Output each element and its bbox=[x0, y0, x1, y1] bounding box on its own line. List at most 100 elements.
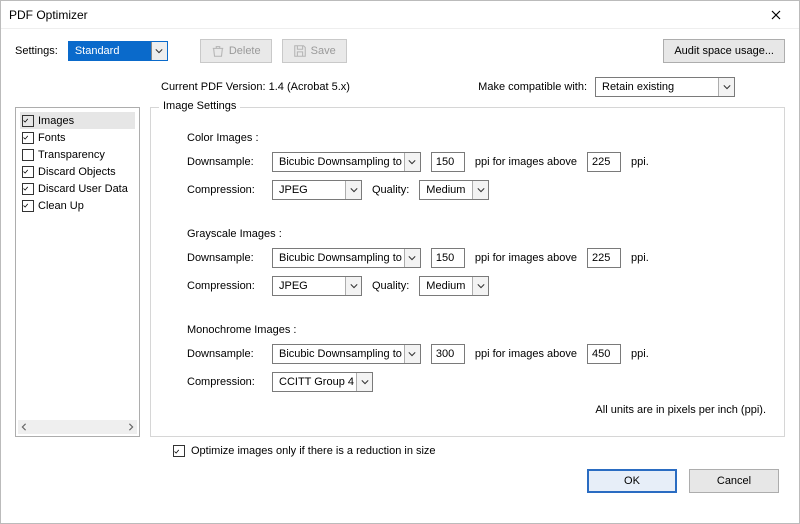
panel-legend: Image Settings bbox=[159, 100, 240, 112]
close-button[interactable] bbox=[761, 1, 791, 29]
compression-label: Compression: bbox=[187, 280, 262, 292]
select-value: Medium bbox=[426, 184, 465, 196]
chevron-down-icon bbox=[345, 277, 361, 295]
sidebar-item-label: Clean Up bbox=[38, 200, 84, 212]
checkbox-icon[interactable] bbox=[22, 149, 34, 161]
sidebar-item-transparency[interactable]: Transparency bbox=[20, 146, 135, 163]
color-compression-select[interactable]: JPEG bbox=[272, 180, 362, 200]
ok-button[interactable]: OK bbox=[587, 469, 677, 493]
current-pdf-version-label: Current PDF Version: 1.4 (Acrobat 5.x) bbox=[161, 81, 350, 93]
chevron-down-icon bbox=[472, 181, 488, 199]
ppi-suffix: ppi. bbox=[631, 156, 649, 168]
mono-compression-select[interactable]: CCITT Group 4 bbox=[272, 372, 373, 392]
ppi-suffix: ppi. bbox=[631, 348, 649, 360]
trash-icon bbox=[211, 44, 225, 58]
checkbox-icon[interactable] bbox=[22, 166, 34, 178]
gray-quality-select[interactable]: Medium bbox=[419, 276, 489, 296]
mono-ppi-input[interactable]: 300 bbox=[431, 344, 465, 364]
checkbox-icon[interactable] bbox=[22, 115, 34, 127]
optimize-only-checkbox[interactable] bbox=[173, 445, 185, 457]
sidebar-item-label: Images bbox=[38, 115, 74, 127]
make-compatible-value: Retain existing bbox=[602, 81, 674, 93]
pdf-optimizer-window: PDF Optimizer Settings: Standard Delete … bbox=[0, 0, 800, 524]
gray-downsample-select[interactable]: Bicubic Downsampling to bbox=[272, 248, 421, 268]
audit-label: Audit space usage... bbox=[674, 45, 774, 57]
sidebar-item-discard-user-data[interactable]: Discard User Data bbox=[20, 180, 135, 197]
mono-downsample-select[interactable]: Bicubic Downsampling to bbox=[272, 344, 421, 364]
settings-select-value: Standard bbox=[75, 45, 120, 57]
checkbox-icon[interactable] bbox=[22, 200, 34, 212]
gray-compression-select[interactable]: JPEG bbox=[272, 276, 362, 296]
select-value: JPEG bbox=[279, 280, 308, 292]
chevron-down-icon bbox=[404, 249, 420, 267]
ppi-suffix: ppi. bbox=[631, 252, 649, 264]
sidebar-item-discard-objects[interactable]: Discard Objects bbox=[20, 163, 135, 180]
settings-select[interactable]: Standard bbox=[68, 41, 168, 61]
sidebar-item-clean-up[interactable]: Clean Up bbox=[20, 197, 135, 214]
sidebar-item-fonts[interactable]: Fonts bbox=[20, 129, 135, 146]
grayscale-images-heading: Grayscale Images : bbox=[187, 228, 770, 240]
chevron-down-icon bbox=[345, 181, 361, 199]
color-downsample-select[interactable]: Bicubic Downsampling to bbox=[272, 152, 421, 172]
chevron-down-icon bbox=[472, 277, 488, 295]
toolbar: Settings: Standard Delete Save Audit spa… bbox=[1, 29, 799, 73]
delete-button-label: Delete bbox=[229, 45, 261, 57]
save-button[interactable]: Save bbox=[282, 39, 347, 63]
select-value: Medium bbox=[426, 280, 465, 292]
color-quality-select[interactable]: Medium bbox=[419, 180, 489, 200]
ppi-above-label: ppi for images above bbox=[475, 156, 577, 168]
sidebar-item-label: Transparency bbox=[38, 149, 105, 161]
chevron-down-icon bbox=[718, 78, 734, 96]
downsample-label: Downsample: bbox=[187, 252, 262, 264]
sidebar-item-label: Discard User Data bbox=[38, 183, 128, 195]
color-images-heading: Color Images : bbox=[187, 132, 770, 144]
select-value: Bicubic Downsampling to bbox=[279, 252, 402, 264]
gray-compression-row: Compression: JPEG Quality: Medium bbox=[187, 276, 770, 296]
checkbox-icon[interactable] bbox=[22, 183, 34, 195]
optimize-only-row: Optimize images only if there is a reduc… bbox=[1, 437, 799, 457]
gray-ppi-input[interactable]: 150 bbox=[431, 248, 465, 268]
quality-label: Quality: bbox=[372, 280, 409, 292]
color-ppi-input[interactable]: 150 bbox=[431, 152, 465, 172]
category-sidebar[interactable]: Images Fonts Transparency Discard Object… bbox=[15, 107, 140, 437]
titlebar: PDF Optimizer bbox=[1, 1, 799, 29]
compression-label: Compression: bbox=[187, 376, 262, 388]
gray-downsample-row: Downsample: Bicubic Downsampling to 150 … bbox=[187, 248, 770, 268]
checkbox-icon[interactable] bbox=[22, 132, 34, 144]
downsample-label: Downsample: bbox=[187, 348, 262, 360]
sidebar-item-label: Discard Objects bbox=[38, 166, 116, 178]
save-icon bbox=[293, 44, 307, 58]
delete-button[interactable]: Delete bbox=[200, 39, 272, 63]
mono-compression-row: Compression: CCITT Group 4 bbox=[187, 372, 770, 392]
chevron-down-icon bbox=[404, 153, 420, 171]
audit-space-usage-button[interactable]: Audit space usage... bbox=[663, 39, 785, 63]
chevron-down-icon bbox=[151, 42, 167, 60]
mono-above-input[interactable]: 450 bbox=[587, 344, 621, 364]
settings-label: Settings: bbox=[15, 45, 58, 57]
color-compression-row: Compression: JPEG Quality: Medium bbox=[187, 180, 770, 200]
sidebar-scrollbar[interactable] bbox=[18, 420, 137, 434]
cancel-button[interactable]: Cancel bbox=[689, 469, 779, 493]
sidebar-item-images[interactable]: Images bbox=[20, 112, 135, 129]
make-compatible-select[interactable]: Retain existing bbox=[595, 77, 735, 97]
mono-downsample-row: Downsample: Bicubic Downsampling to 300 … bbox=[187, 344, 770, 364]
chevron-down-icon bbox=[404, 345, 420, 363]
image-settings-panel: Image Settings Color Images : Downsample… bbox=[150, 107, 785, 437]
units-note: All units are in pixels per inch (ppi). bbox=[165, 404, 770, 416]
downsample-label: Downsample: bbox=[187, 156, 262, 168]
select-value: Bicubic Downsampling to bbox=[279, 156, 402, 168]
make-compatible-label: Make compatible with: bbox=[478, 81, 587, 93]
color-above-input[interactable]: 225 bbox=[587, 152, 621, 172]
ppi-above-label: ppi for images above bbox=[475, 252, 577, 264]
main-content: Images Fonts Transparency Discard Object… bbox=[1, 107, 799, 437]
select-value: Bicubic Downsampling to bbox=[279, 348, 402, 360]
select-value: CCITT Group 4 bbox=[279, 376, 354, 388]
sidebar-item-label: Fonts bbox=[38, 132, 66, 144]
gray-above-input[interactable]: 225 bbox=[587, 248, 621, 268]
select-value: JPEG bbox=[279, 184, 308, 196]
info-row: Current PDF Version: 1.4 (Acrobat 5.x) M… bbox=[1, 73, 799, 107]
optimize-only-label: Optimize images only if there is a reduc… bbox=[191, 445, 436, 457]
dialog-footer-buttons: OK Cancel bbox=[1, 457, 799, 505]
color-downsample-row: Downsample: Bicubic Downsampling to 150 … bbox=[187, 152, 770, 172]
chevron-left-icon bbox=[20, 423, 28, 431]
